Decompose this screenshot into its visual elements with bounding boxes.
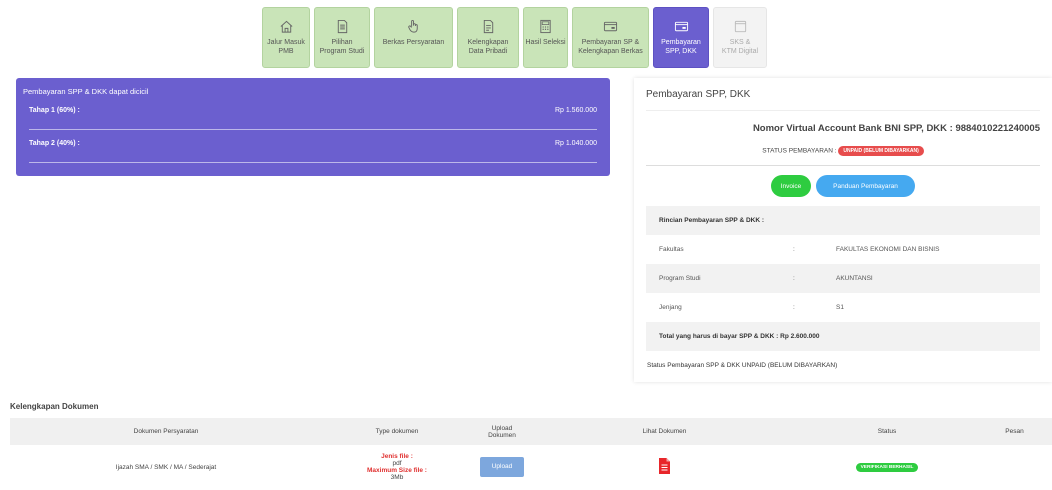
step-label: Pilihan Program Studi — [319, 39, 365, 55]
file-type-value: pdf — [392, 460, 402, 467]
step-label: Jalur Masuk PMB — [267, 39, 305, 55]
divider — [29, 129, 597, 130]
invoice-button[interactable]: Invoice — [771, 175, 811, 197]
installment-panel: Pembayaran SPP & DKK dapat dicicil Tahap… — [16, 78, 610, 176]
payment-status: STATUS PEMBAYARAN : UNPAID (BELUM DIBAYA… — [634, 146, 1052, 156]
divider — [646, 165, 1040, 166]
hand-pointer-icon — [405, 17, 423, 35]
detail-value: FAKULTAS EKONOMI DAN BISNIS — [836, 246, 940, 253]
max-size-label: Maximum Size file : — [367, 467, 427, 474]
detail-key: Program Studi — [659, 275, 701, 282]
payment-card: Pembayaran SPP, DKK Nomor Virtual Accoun… — [634, 78, 1052, 382]
step-label: SKS & KTM Digital — [721, 39, 759, 55]
step-jalur-masuk[interactable]: Jalur Masuk PMB — [262, 7, 310, 68]
step-label: Pembayaran SPP, DKK — [661, 39, 701, 55]
column-header: Upload Dokumen — [472, 418, 532, 445]
max-size-value: 3Mb — [390, 474, 404, 481]
step-label: Berkas Persyaratan — [382, 39, 445, 46]
column-header: Pesan — [977, 418, 1052, 445]
id-card-icon — [731, 17, 749, 35]
installment-amount: Rp 1.560.000 — [554, 107, 597, 114]
detail-value: AKUNTANSI — [836, 275, 873, 282]
unpaid-status-badge: UNPAID (BELUM DIBAYARKAN) — [838, 146, 924, 156]
detail-separator: : — [793, 304, 795, 311]
detail-header: Rincian Pembayaran SPP & DKK : — [659, 217, 764, 224]
calculator-icon — [537, 17, 555, 35]
detail-key: Jenjang — [659, 304, 682, 311]
documents-title: Kelengkapan Dokumen — [10, 402, 99, 411]
payment-status-label: STATUS PEMBAYARAN : — [762, 147, 837, 155]
payment-title: Pembayaran SPP, DKK — [646, 89, 751, 100]
virtual-account-number: Nomor Virtual Account Bank BNI SPP, DKK … — [752, 123, 1040, 134]
step-label: Hasil Seleksi — [525, 39, 566, 46]
step-pembayaran-spp-dkk[interactable]: Pembayaran SPP, DKK — [653, 7, 709, 68]
payment-card-icon — [672, 17, 690, 35]
payment-status-footer: Status Pembayaran SPP & DKK UNPAID (BELU… — [647, 362, 838, 369]
step-berkas-persyaratan[interactable]: Berkas Persyaratan — [374, 7, 453, 68]
step-label: Kelengkapan Data Pribadi — [467, 39, 509, 55]
step-pembayaran-sp[interactable]: Pembayaran SP & Kelengkapan Berkas — [572, 7, 649, 68]
detail-header-row: Rincian Pembayaran SPP & DKK : — [646, 206, 1040, 235]
table-row: Ijazah SMA / SMK / MA / Sederajat Jenis … — [10, 445, 1052, 489]
detail-row: Jenjang : S1 — [646, 293, 1040, 322]
payment-card-icon — [602, 17, 620, 35]
detail-row: Program Studi : AKUNTANSI — [646, 264, 1040, 293]
column-header: Status — [797, 418, 977, 445]
file-type-label: Jenis file : — [381, 453, 413, 460]
payment-actions: Invoice Panduan Pembayaran — [634, 175, 1052, 197]
file-list-icon — [479, 17, 497, 35]
detail-row: Fakultas : FAKULTAS EKONOMI DAN BISNIS — [646, 235, 1040, 264]
document-icon — [333, 17, 351, 35]
document-type: Jenis file : pdf Maximum Size file : 3Mb — [322, 445, 472, 489]
column-header: Lihat Dokumen — [532, 418, 797, 445]
message-cell — [977, 445, 1052, 489]
upload-cell: Upload — [472, 445, 532, 489]
column-header: Type dokumen — [322, 418, 472, 445]
document-name: Ijazah SMA / SMK / MA / Sederajat — [115, 463, 217, 471]
step-hasil-seleksi[interactable]: Hasil Seleksi — [523, 7, 568, 68]
home-icon — [277, 17, 295, 35]
installment-row: Tahap 2 (40%) : Rp 1.040.000 — [23, 140, 603, 162]
step-sks-ktm[interactable]: SKS & KTM Digital — [713, 7, 767, 68]
installment-label: Tahap 2 (40%) : — [29, 140, 80, 147]
detail-key: Fakultas — [659, 246, 684, 253]
detail-value: S1 — [836, 304, 844, 311]
payment-total: Total yang harus di bayar SPP & DKK : Rp… — [659, 333, 820, 340]
detail-separator: : — [793, 275, 795, 282]
divider — [29, 162, 597, 163]
upload-button[interactable]: Upload — [480, 457, 524, 477]
step-pilihan-prodi[interactable]: Pilihan Program Studi — [314, 7, 370, 68]
table-header-row: Dokumen Persyaratan Type dokumen Upload … — [10, 418, 1052, 445]
step-data-pribadi[interactable]: Kelengkapan Data Pribadi — [457, 7, 519, 68]
installment-amount: Rp 1.040.000 — [554, 140, 597, 147]
status-cell: VERIFIKASI BERHASIL — [797, 445, 977, 489]
view-document-cell — [532, 445, 797, 489]
installment-header: Pembayaran SPP & DKK dapat dicicil — [23, 87, 149, 96]
installment-label: Tahap 1 (60%) : — [29, 107, 80, 114]
payment-detail-table: Rincian Pembayaran SPP & DKK : Fakultas … — [646, 206, 1040, 351]
detail-total-row: Total yang harus di bayar SPP & DKK : Rp… — [646, 322, 1040, 351]
pdf-file-icon[interactable] — [659, 458, 670, 474]
column-header: Dokumen Persyaratan — [10, 418, 322, 445]
step-label: Pembayaran SP & Kelengkapan Berkas — [578, 39, 643, 55]
verified-status-badge: VERIFIKASI BERHASIL — [855, 462, 919, 472]
step-navigation: Jalur Masuk PMB Pilihan Program Studi Be… — [262, 7, 767, 68]
divider — [646, 110, 1040, 111]
documents-table: Dokumen Persyaratan Type dokumen Upload … — [10, 418, 1052, 489]
installment-row: Tahap 1 (60%) : Rp 1.560.000 — [23, 107, 603, 129]
detail-separator: : — [793, 246, 795, 253]
payment-guide-button[interactable]: Panduan Pembayaran — [816, 175, 915, 197]
